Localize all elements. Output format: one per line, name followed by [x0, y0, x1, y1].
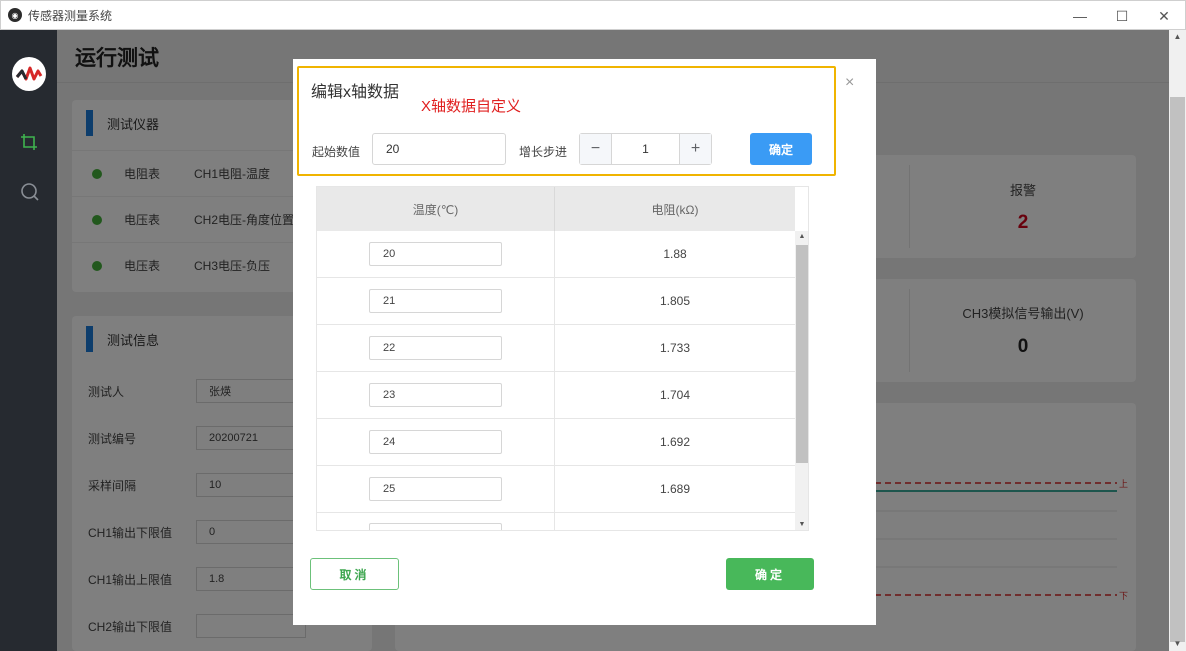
close-window-button[interactable]: ✕	[1143, 1, 1185, 31]
window-controls: — ☐ ✕	[1059, 1, 1185, 31]
step-label: 增长步进	[519, 145, 568, 159]
edit-x-axis-dialog: 编辑x轴数据 X轴数据自定义 × 起始数值 20 增长步进 − 1 + 确定 温…	[293, 59, 876, 625]
resistance-cell: 1.692	[659, 435, 691, 449]
temp-cell	[317, 513, 555, 530]
step-decrement-button[interactable]: −	[580, 134, 612, 164]
crop-icon[interactable]	[20, 133, 38, 151]
scroll-thumb[interactable]	[1170, 97, 1185, 642]
scroll-down-icon[interactable]: ▼	[1169, 637, 1186, 651]
search-icon[interactable]	[20, 182, 40, 202]
confirm-button[interactable]: 确定	[726, 558, 814, 590]
close-icon[interactable]: ×	[845, 74, 854, 92]
minimize-button[interactable]: —	[1059, 1, 1101, 31]
temp-input[interactable]: 20	[369, 242, 502, 266]
table-scroll-up-icon[interactable]: ▲	[795, 231, 808, 243]
window-title: 传感器测量系统	[28, 8, 113, 23]
temp-column-header: 温度(℃)	[317, 187, 555, 231]
resistance-cell: 1.88	[663, 247, 687, 261]
table-scroll-thumb[interactable]	[796, 245, 808, 463]
resistance-column-header: 电阻(kΩ)	[651, 202, 699, 217]
left-nav	[0, 30, 57, 651]
table-header: 温度(℃) 电阻(kΩ)	[317, 187, 795, 231]
dialog-title: 编辑x轴数据	[311, 84, 400, 101]
table-row: 22 1.733	[317, 325, 795, 372]
table-scrollbar[interactable]: ▲ ▼	[795, 231, 808, 530]
app-icon: ◉	[8, 8, 22, 22]
annotation-text: X轴数据自定义	[421, 98, 522, 115]
temp-input[interactable]: 21	[369, 289, 502, 313]
xaxis-table: 温度(℃) 电阻(kΩ) 20 1.88 21 1.805 22 1.733 2…	[316, 186, 809, 531]
resistance-cell: 1.805	[659, 294, 691, 308]
step-value-input[interactable]: 1	[612, 134, 679, 164]
apply-button[interactable]: 确定	[750, 133, 812, 165]
cancel-button[interactable]: 取消	[310, 558, 399, 590]
temp-cell: 21	[317, 278, 555, 324]
app-logo	[12, 57, 46, 91]
page-scrollbar[interactable]: ▲ ▼	[1169, 30, 1186, 651]
temp-input[interactable]: 23	[369, 383, 502, 407]
start-value-label: 起始数值	[312, 145, 361, 159]
step-stepper: − 1 +	[579, 133, 712, 165]
temp-cell: 22	[317, 325, 555, 371]
table-row: 23 1.704	[317, 372, 795, 419]
table-row: 21 1.805	[317, 278, 795, 325]
resistance-cell	[555, 513, 795, 530]
title-bar: ◉ 传感器测量系统 — ☐ ✕	[0, 0, 1186, 30]
temp-cell: 23	[317, 372, 555, 418]
temp-input[interactable]	[369, 523, 502, 530]
step-increment-button[interactable]: +	[679, 134, 711, 164]
table-row: 20 1.88	[317, 231, 795, 278]
table-row: 25 1.689	[317, 466, 795, 513]
resistance-cell: 1.733	[659, 341, 691, 355]
table-row: 24 1.692	[317, 419, 795, 466]
temp-input[interactable]: 25	[369, 477, 502, 501]
temp-cell: 25	[317, 466, 555, 512]
temp-cell: 24	[317, 419, 555, 465]
temp-cell: 20	[317, 231, 555, 277]
temp-input[interactable]: 24	[369, 430, 502, 454]
temp-input[interactable]: 22	[369, 336, 502, 360]
table-scroll-down-icon[interactable]: ▼	[795, 519, 808, 530]
start-value-input[interactable]: 20	[372, 133, 506, 165]
table-row	[317, 513, 795, 530]
resistance-cell: 1.689	[659, 482, 691, 496]
maximize-button[interactable]: ☐	[1101, 1, 1143, 31]
waveform-logo-icon	[15, 66, 43, 81]
scroll-up-icon[interactable]: ▲	[1169, 30, 1186, 44]
resistance-cell: 1.704	[659, 388, 691, 402]
